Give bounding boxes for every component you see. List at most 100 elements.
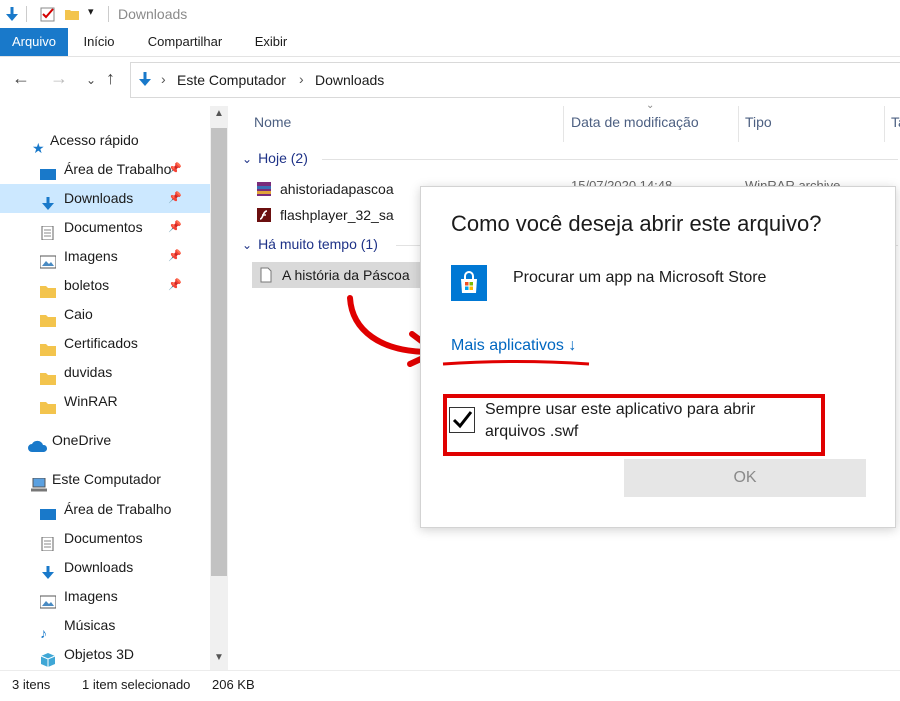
download-arrow-icon [40, 192, 56, 211]
sidebar-item-duvidas[interactable]: duvidas [0, 358, 210, 387]
sidebar-item-objetos-3d[interactable]: Objetos 3D [0, 640, 210, 669]
status-size: 206 KB [212, 677, 255, 692]
tab-arquivo[interactable]: Arquivo [0, 28, 68, 56]
status-selection: 1 item selecionado [82, 677, 191, 692]
sidebar-label: Certificados [64, 335, 138, 351]
always-use-checkbox[interactable] [449, 407, 475, 433]
sidebar-label: Documentos [64, 530, 143, 546]
sidebar-item-area-de-trabalho[interactable]: Área de Trabalho 📌 [0, 155, 210, 184]
column-header-tipo[interactable]: Tipo [745, 114, 772, 130]
sidebar-item-documentos[interactable]: Documentos 📌 [0, 213, 210, 242]
scroll-up-icon[interactable]: ▲ [214, 108, 224, 119]
sidebar-item-winrar[interactable]: WinRAR [0, 387, 210, 416]
new-folder-icon[interactable] [64, 6, 80, 22]
sidebar-label: Área de Trabalho [64, 501, 172, 517]
flash-player-icon [256, 207, 272, 223]
breadcrumb-downloads[interactable]: Downloads [315, 72, 384, 88]
navigation-pane: ★Acesso rápido Área de Trabalho 📌 Downloa… [0, 106, 232, 670]
file-row-ahistoriadapascoa[interactable]: ahistoriadapascoa [252, 178, 394, 200]
scroll-down-icon[interactable]: ▼ [214, 652, 224, 663]
sidebar-item-boletos[interactable]: boletos 📌 [0, 271, 210, 300]
ok-button[interactable]: OK [624, 459, 866, 497]
file-row-flashplayer[interactable]: flashplayer_32_sa [252, 204, 394, 226]
desktop-icon [40, 163, 56, 181]
sidebar-label: Documentos [64, 219, 143, 235]
sidebar-label: Downloads [64, 559, 134, 575]
folder-icon [40, 279, 56, 299]
sidebar-label: Downloads [64, 190, 134, 206]
sidebar-item-certificados[interactable]: Certificados [0, 329, 210, 358]
more-apps-link[interactable]: Mais aplicativos ↓ [451, 337, 576, 355]
pictures-icon [39, 250, 57, 269]
folder-icon [40, 337, 56, 357]
microsoft-store-icon[interactable] [451, 265, 487, 301]
sidebar-item-acesso-rapido[interactable]: ★ Acesso rápido [32, 126, 139, 156]
pin-icon[interactable]: 📌 [168, 155, 182, 184]
tab-exibir[interactable]: Exibir [246, 28, 296, 56]
properties-icon[interactable] [40, 6, 56, 22]
breadcrumb-separator-icon[interactable]: › [161, 71, 166, 87]
divider [108, 6, 109, 22]
pin-icon[interactable]: 📌 [168, 242, 182, 271]
breadcrumb-separator-icon[interactable]: › [299, 71, 304, 87]
sidebar-item-imagens-pc[interactable]: Imagens [0, 582, 210, 611]
folder-icon [40, 395, 56, 415]
quick-access-toolbar-dropdown-icon[interactable]: ▾ [88, 5, 94, 18]
sidebar-item-imagens[interactable]: Imagens 📌 [0, 242, 210, 271]
sidebar-scrollbar-thumb[interactable] [211, 128, 227, 576]
download-folder-icon [139, 72, 151, 86]
pin-icon[interactable]: 📌 [168, 271, 182, 300]
winrar-archive-icon [256, 181, 272, 197]
sidebar-label: Imagens [64, 248, 118, 264]
store-option-label[interactable]: Procurar um app na Microsoft Store [513, 269, 766, 287]
cloud-icon [28, 434, 48, 453]
sidebar-item-documentos-pc[interactable]: Documentos [0, 524, 210, 553]
sidebar-label: Objetos 3D [64, 646, 135, 662]
column-divider[interactable] [738, 106, 739, 142]
download-arrow-icon[interactable] [4, 6, 20, 22]
group-divider [322, 159, 898, 160]
open-with-dialog: Como você deseja abrir este arquivo? Pro… [420, 186, 896, 528]
pictures-icon [39, 590, 57, 609]
pin-icon[interactable]: 📌 [168, 184, 182, 213]
sidebar-label: boletos [64, 277, 110, 293]
address-bar[interactable]: › Este Computador › Downloads [130, 62, 900, 98]
recent-locations-chevron-icon[interactable]: ⌄ [86, 73, 96, 87]
sidebar-label: OneDrive [52, 432, 112, 448]
sidebar-item-area-de-trabalho-pc[interactable]: Área de Trabalho [0, 495, 210, 524]
status-bar: 3 itens 1 item selecionado 206 KB [0, 670, 900, 701]
tab-compartilhar[interactable]: Compartilhar [140, 28, 230, 56]
sidebar-item-downloads-pc[interactable]: Downloads [0, 553, 210, 582]
tab-inicio[interactable]: Início [74, 28, 124, 56]
sidebar-item-downloads[interactable]: Downloads 📌 [0, 184, 210, 213]
file-row-a-historia-da-pascoa[interactable]: A história da Páscoa [252, 262, 426, 288]
sidebar-label: Área de Trabalho [64, 161, 172, 177]
title-bar: ▾ Downloads [0, 0, 900, 28]
sidebar-item-este-computador[interactable]: Este Computador [30, 465, 161, 494]
red-underline-annotation [442, 360, 590, 366]
column-header-nome[interactable]: Nome [254, 114, 291, 130]
chevron-down-icon: ⌄ [242, 152, 253, 166]
sidebar-item-onedrive[interactable]: OneDrive [28, 426, 111, 455]
group-today[interactable]: ⌄ Hoje (2) [242, 150, 308, 166]
up-arrow-icon[interactable]: ↑ [106, 68, 115, 89]
pin-icon[interactable]: 📌 [168, 213, 182, 242]
sidebar-label: Músicas [64, 617, 116, 633]
back-arrow-icon[interactable]: ← [12, 68, 30, 89]
column-header-tamanho[interactable]: Ta [891, 114, 900, 130]
arrow-down-icon: ↓ [568, 337, 577, 354]
always-use-label[interactable]: Sempre usar este aplicativo para abrir a… [485, 399, 805, 443]
sidebar-label: Imagens [64, 588, 118, 604]
breadcrumb-este-computador[interactable]: Este Computador [177, 72, 286, 88]
column-header-data[interactable]: Data de modificação [571, 114, 699, 130]
computer-icon [30, 473, 47, 492]
column-divider[interactable] [563, 106, 564, 142]
file-name: ahistoriadapascoa [280, 181, 394, 197]
group-old[interactable]: ⌄ Há muito tempo (1) [242, 236, 378, 252]
sidebar-label: Este Computador [52, 471, 161, 487]
sidebar-item-musicas[interactable]: ♪ Músicas [0, 611, 210, 641]
sidebar-item-caio[interactable]: Caio [0, 300, 210, 329]
forward-arrow-icon[interactable]: → [50, 68, 68, 89]
document-icon [40, 221, 56, 241]
column-divider[interactable] [884, 106, 885, 142]
